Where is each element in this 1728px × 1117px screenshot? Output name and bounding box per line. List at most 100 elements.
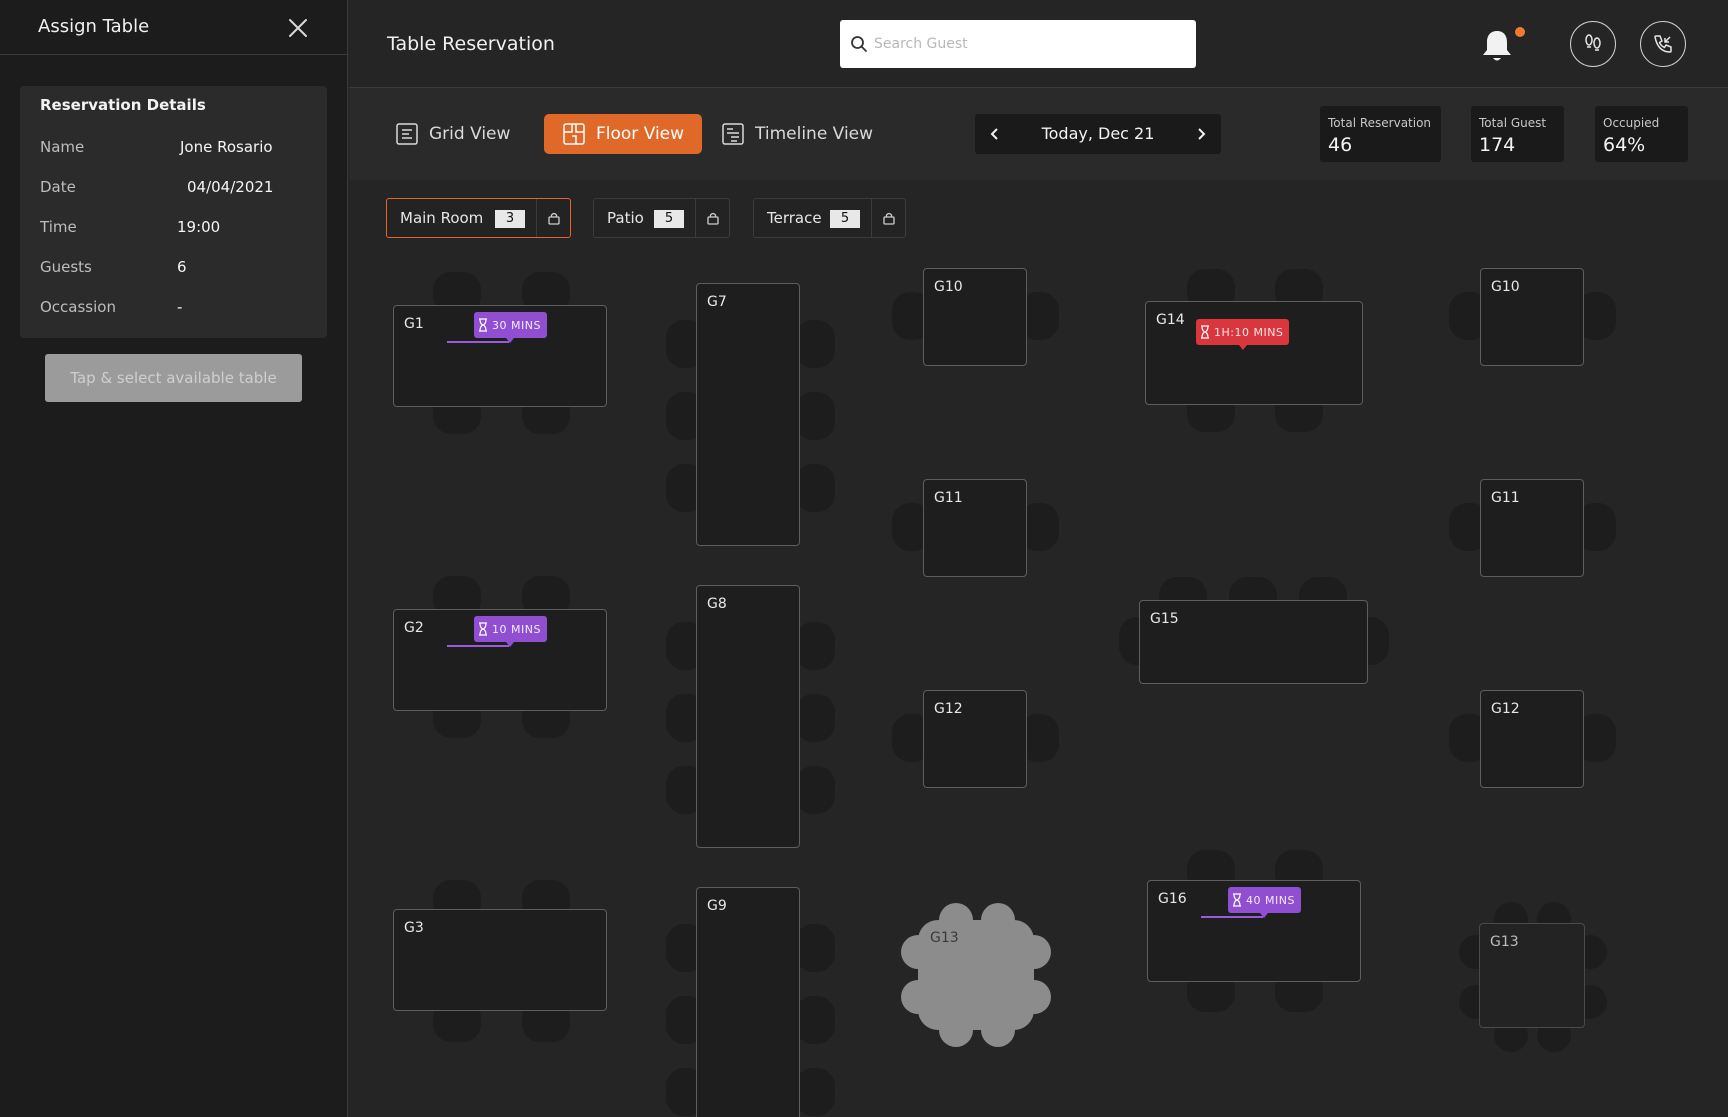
search-box: [840, 20, 1196, 68]
table-g16[interactable]: G16 40 MINS: [1147, 880, 1361, 982]
stat-occupied: Occupied 64%: [1595, 106, 1688, 162]
table-label: G1: [404, 316, 424, 332]
table-g10[interactable]: G10: [923, 268, 1027, 366]
reservation-details-card: Reservation Details Name Jone Rosario Da…: [20, 86, 327, 338]
stat-value: 174: [1479, 134, 1516, 156]
hourglass-icon: [1233, 893, 1241, 907]
table-g14[interactable]: G14 1H:10 MINS: [1145, 301, 1363, 405]
stat-label: Total Guest: [1479, 116, 1547, 130]
stat-value: 46: [1328, 134, 1353, 156]
table-timer: 40 MINS: [1228, 887, 1301, 918]
table-g2[interactable]: G2 10 MINS: [393, 609, 607, 711]
table-g3[interactable]: G3: [393, 909, 607, 1011]
area-name: Patio: [607, 209, 644, 227]
page-title: Table Reservation: [387, 33, 555, 55]
lock-icon: [706, 212, 719, 225]
current-date[interactable]: Today, Dec 21: [1015, 114, 1181, 154]
table-label: G13: [930, 930, 959, 946]
chair: [795, 622, 835, 670]
chair: [795, 996, 835, 1044]
table-label: G10: [934, 279, 963, 295]
detail-label: Occassion: [40, 298, 116, 316]
detail-row-time: Time 19:00: [40, 218, 310, 238]
lock-icon: [882, 212, 895, 225]
table-label: G2: [404, 620, 424, 636]
top-bar: Table Reservation: [349, 0, 1728, 88]
table-label: G7: [707, 294, 727, 310]
close-button[interactable]: [284, 14, 312, 42]
notification-dot: [1515, 27, 1525, 37]
table-g10-right[interactable]: G10: [1480, 268, 1584, 366]
timer-text: 40 MINS: [1246, 893, 1295, 907]
table-g1[interactable]: G1 30 MINS: [393, 305, 607, 407]
area-lock-button[interactable]: [695, 199, 729, 237]
panel-title: Assign Table: [38, 16, 150, 37]
area-name: Terrace: [767, 209, 822, 227]
area-lock-button[interactable]: [871, 199, 905, 237]
area-lock-button[interactable]: [536, 199, 570, 237]
table-label: G13: [1490, 934, 1519, 950]
table-label: G16: [1158, 891, 1187, 907]
table-g13-right[interactable]: G13: [1479, 923, 1585, 1028]
table-label: G12: [934, 701, 963, 717]
grid-view-button[interactable]: Grid View: [377, 114, 528, 154]
floor-view-button[interactable]: Floor View: [544, 114, 703, 154]
walk-in-button[interactable]: [1570, 21, 1616, 67]
table-timer: 10 MINS: [474, 616, 547, 647]
detail-label: Name: [40, 138, 85, 156]
chair: [795, 392, 835, 440]
notification-bell-icon[interactable]: [1479, 26, 1515, 64]
detail-label: Time: [40, 218, 77, 236]
area-tab-main-room[interactable]: Main Room 3: [386, 198, 571, 238]
floor-plan: G1 30 MINS G2 10 MINS G3 G7 G8 G9 G10 G1…: [349, 250, 1728, 1117]
chevron-left-icon: [990, 128, 998, 140]
chair: [795, 1068, 835, 1116]
search-guest-input[interactable]: [874, 29, 1184, 59]
area-count-badge: 5: [654, 210, 684, 228]
table-g7[interactable]: G7: [696, 283, 800, 546]
detail-value: -: [177, 298, 183, 316]
detail-value: 6: [177, 258, 187, 276]
prev-date-button[interactable]: [975, 114, 1015, 154]
area-tab-terrace[interactable]: Terrace 5: [753, 198, 906, 238]
timer-progress: [1201, 916, 1263, 918]
timeline-view-icon: [722, 123, 744, 145]
detail-row-date: Date 04/04/2021: [40, 178, 310, 198]
area-count-badge: 5: [830, 210, 860, 228]
table-g8[interactable]: G8: [696, 585, 800, 848]
stat-label: Occupied: [1603, 116, 1660, 130]
table-g12[interactable]: G12: [923, 690, 1027, 788]
detail-label: Date: [40, 178, 76, 196]
timer-progress: [447, 645, 509, 647]
hourglass-icon: [479, 622, 487, 636]
close-icon: [289, 19, 307, 37]
table-g13-round[interactable]: G13: [901, 900, 1051, 1050]
hourglass-icon: [479, 318, 487, 332]
detail-value: 19:00: [177, 218, 221, 236]
table-label: G3: [404, 920, 424, 936]
table-label: G8: [707, 596, 727, 612]
table-g11-right[interactable]: G11: [1480, 479, 1584, 577]
chair: [795, 694, 835, 742]
table-label: G11: [934, 490, 963, 506]
table-g9[interactable]: G9: [696, 887, 800, 1117]
select-table-button[interactable]: Tap & select available table: [45, 354, 302, 402]
lock-icon: [547, 212, 560, 225]
detail-label: Guests: [40, 258, 92, 276]
table-g11[interactable]: G11: [923, 479, 1027, 577]
table-g12-right[interactable]: G12: [1480, 690, 1584, 788]
timeline-view-button[interactable]: Timeline View: [703, 114, 891, 154]
chair: [795, 924, 835, 972]
view-toolbar: Grid View Floor View Timeline View Today…: [349, 88, 1728, 180]
table-g15[interactable]: G15: [1139, 600, 1368, 684]
next-date-button[interactable]: [1181, 114, 1221, 154]
area-count-badge: 3: [495, 210, 525, 228]
detail-value: Jone Rosario: [180, 138, 273, 156]
incoming-call-button[interactable]: [1640, 21, 1686, 67]
table-label: G15: [1150, 611, 1179, 627]
grid-view-icon: [396, 123, 418, 145]
floor-view-label: Floor View: [596, 124, 685, 144]
area-tab-patio[interactable]: Patio 5: [593, 198, 730, 238]
grid-view-label: Grid View: [429, 124, 511, 144]
details-title: Reservation Details: [40, 96, 206, 114]
